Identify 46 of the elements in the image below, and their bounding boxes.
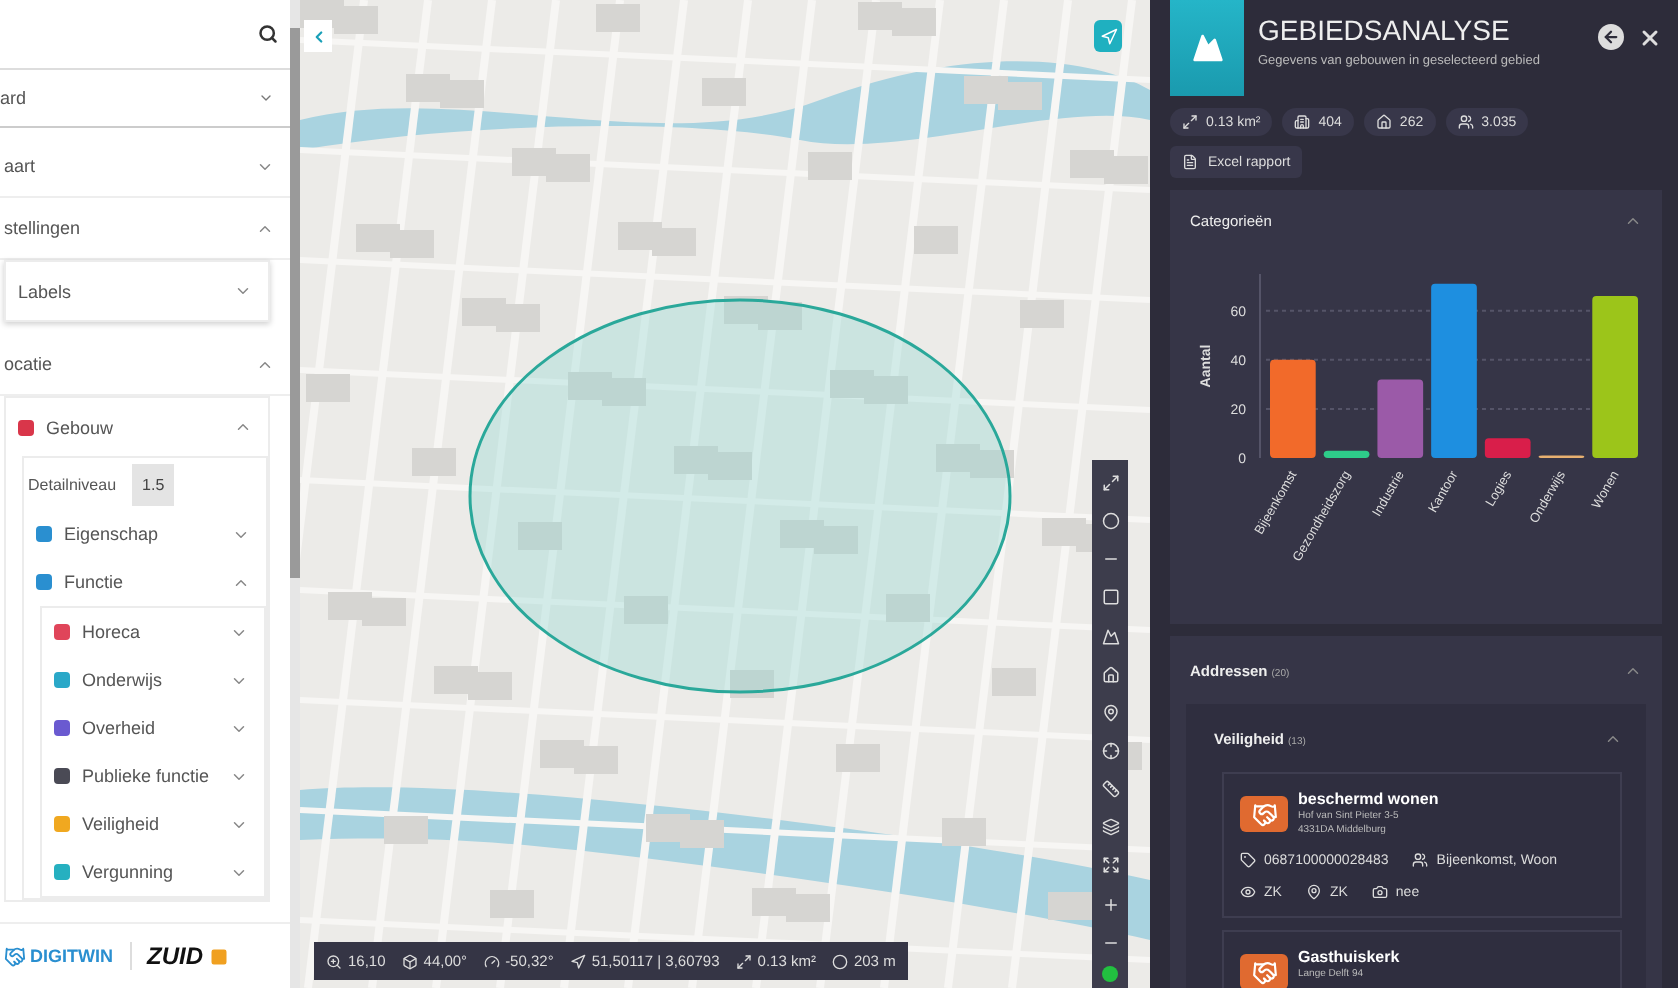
- gauge-icon: [483, 953, 500, 969]
- sidebar-item[interactable]: Publieke functie: [42, 752, 264, 800]
- house-icon: [1375, 114, 1392, 130]
- map-pin-icon: [1305, 884, 1322, 900]
- back-button[interactable]: [1598, 24, 1624, 50]
- document-icon: [1182, 154, 1198, 170]
- address-name: Gasthuiskerk: [1298, 948, 1400, 966]
- zuid-logo: ZUID: [129, 942, 227, 970]
- people-icon: [1412, 852, 1429, 868]
- compass-button[interactable]: [1094, 20, 1122, 52]
- sidebar-item[interactable]: Functie: [24, 558, 266, 606]
- sidebar-item[interactable]: Veiligheid: [42, 800, 264, 848]
- handshake-icon: [1240, 954, 1288, 988]
- digitwin-logo: DIGITWIN: [4, 945, 113, 967]
- area-icon: [1182, 114, 1198, 130]
- panel-title: GEBIEDSANALYSE: [1258, 14, 1512, 46]
- status-dot-icon: [1102, 966, 1118, 983]
- collapse-button[interactable]: [304, 20, 332, 52]
- area-icon: [735, 953, 752, 969]
- sidebar-item[interactable]: Horeca: [42, 608, 264, 656]
- camera-icon: [1371, 884, 1388, 900]
- arrow-left-icon: [1602, 28, 1620, 46]
- navigation-icon: [1099, 27, 1117, 45]
- handshake-icon: [1240, 796, 1288, 832]
- chevron-down-icon: [234, 282, 252, 300]
- people-icon: [1457, 114, 1474, 130]
- address-name: beschermd wonen: [1298, 790, 1439, 808]
- chevron-up-icon: [234, 418, 252, 436]
- eye-icon: [1240, 884, 1256, 900]
- caret-icon: [258, 90, 274, 106]
- zoom-icon: [326, 953, 342, 969]
- setting-value[interactable]: 1.5: [132, 463, 175, 505]
- sidebar-item[interactable]: Gebouw: [6, 398, 268, 456]
- close-icon: [1637, 25, 1661, 49]
- sidebar-item[interactable]: Overheid: [42, 704, 264, 752]
- tag-icon: [1240, 852, 1256, 868]
- sidebar-item[interactable]: Vergunning: [42, 848, 264, 896]
- navigation-icon: [569, 953, 586, 969]
- sidebar-item[interactable]: Labels: [6, 262, 268, 320]
- sidebar-item[interactable]: Onderwijs: [42, 656, 264, 704]
- building-icon: [1294, 114, 1311, 130]
- cube-icon: [401, 953, 418, 969]
- setting-label: Detailniveau: [28, 475, 117, 493]
- scrollbar[interactable]: [290, 0, 300, 988]
- search-icon: [258, 24, 278, 44]
- sidebar-item[interactable]: Eigenschap: [24, 510, 266, 558]
